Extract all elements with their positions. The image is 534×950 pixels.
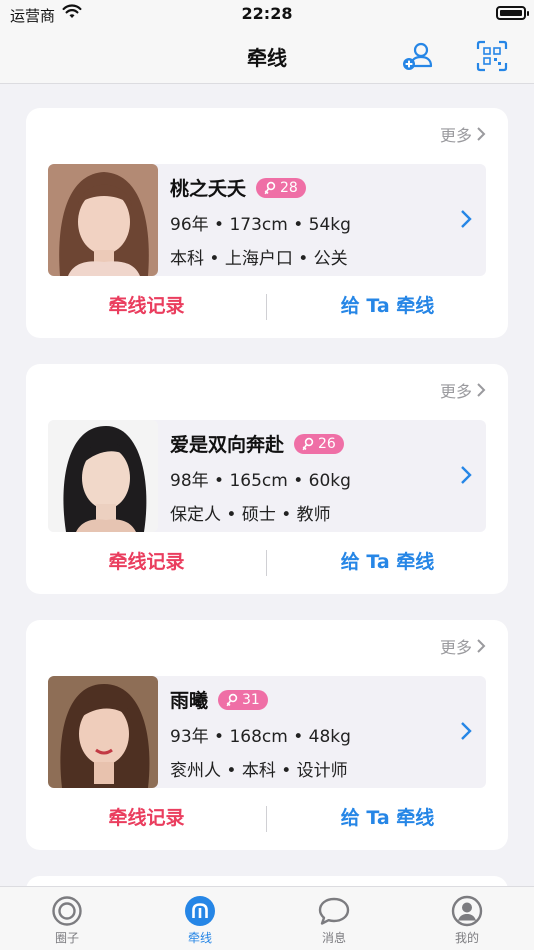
match-card: 更多 爱是双向奔赴 26 98年 • 165cm • 60kg 保定人 • 硕士… — [26, 364, 508, 594]
give-match-button[interactable]: 给 Ta 牵线 — [267, 800, 508, 836]
tab-circle[interactable]: 圈子 — [17, 895, 117, 946]
profile-stats: 93年 • 168cm • 48kg — [170, 727, 351, 747]
qr-scan-icon[interactable] — [474, 38, 510, 74]
battery-icon — [496, 6, 529, 20]
profile-summary[interactable]: 爱是双向奔赴 26 98年 • 165cm • 60kg 保定人 • 硕士 • … — [48, 420, 486, 532]
tab-label: 我的 — [454, 931, 479, 945]
chevron-right-icon — [477, 127, 486, 141]
match-record-button[interactable]: 牵线记录 — [26, 544, 267, 580]
badge-count: 31 — [242, 691, 260, 708]
profile-details: 本科 • 上海户口 • 公关 — [170, 249, 348, 269]
match-card: 更多 桃之夭夭 28 96年 • 173cm • 54kg 本科 • 上海户口 … — [26, 108, 508, 338]
profile-stats: 98年 • 165cm • 60kg — [170, 471, 351, 491]
more-link[interactable]: 更多 — [440, 634, 486, 658]
tab-match[interactable]: 牵线 — [150, 895, 250, 946]
chat-icon — [318, 897, 350, 925]
tab-bar: 圈子 牵线 消息 我的 — [0, 886, 534, 950]
profile-summary[interactable]: 桃之夭夭 28 96年 • 173cm • 54kg 本科 • 上海户口 • 公… — [48, 164, 486, 276]
profile-name: 桃之夭夭 — [170, 178, 247, 200]
page-title: 牵线 — [247, 46, 287, 70]
give-match-button[interactable]: 给 Ta 牵线 — [267, 288, 508, 324]
circle-icon — [52, 896, 82, 926]
match-badge: 31 — [218, 689, 268, 710]
more-link[interactable]: 更多 — [440, 378, 486, 402]
add-user-icon[interactable] — [400, 38, 436, 74]
match-card: 更多 雨曦 31 93年 • 168cm • 48kg 衮州人 • 本科 • 设… — [26, 620, 508, 850]
tab-label: 消息 — [321, 931, 346, 945]
match-badge: 28 — [256, 177, 306, 198]
more-label: 更多 — [439, 126, 472, 145]
badge-count: 26 — [318, 435, 336, 452]
avatar-photo — [48, 676, 158, 788]
avatar-photo — [48, 164, 158, 276]
profile-details: 保定人 • 硕士 • 教师 — [170, 505, 331, 525]
chevron-right-icon — [461, 210, 472, 228]
female-icon — [302, 437, 314, 450]
more-link[interactable]: 更多 — [440, 122, 486, 146]
chevron-right-icon — [461, 466, 472, 484]
status-bar: 运营商 22:28 — [0, 0, 534, 28]
badge-count: 28 — [280, 179, 298, 196]
tab-messages[interactable]: 消息 — [284, 895, 384, 946]
tab-label: 圈子 — [54, 931, 79, 945]
nav-bar: 牵线 — [0, 28, 534, 84]
match-record-button[interactable]: 牵线记录 — [26, 288, 267, 324]
profile-summary[interactable]: 雨曦 31 93年 • 168cm • 48kg 衮州人 • 本科 • 设计师 — [48, 676, 486, 788]
match-record-button[interactable]: 牵线记录 — [26, 800, 267, 836]
tab-label: 牵线 — [187, 931, 212, 945]
profile-name: 雨曦 — [170, 690, 209, 712]
more-label: 更多 — [439, 638, 472, 657]
profile-stats: 96年 • 173cm • 54kg — [170, 215, 351, 235]
match-icon — [185, 896, 215, 926]
avatar-photo — [48, 420, 158, 532]
tab-profile[interactable]: 我的 — [417, 895, 517, 946]
match-badge: 26 — [294, 433, 344, 454]
chevron-right-icon — [477, 639, 486, 653]
give-match-button[interactable]: 给 Ta 牵线 — [267, 544, 508, 580]
chevron-right-icon — [477, 383, 486, 397]
profile-details: 衮州人 • 本科 • 设计师 — [170, 761, 348, 781]
more-label: 更多 — [439, 382, 472, 401]
profile-icon — [451, 895, 483, 927]
status-time: 22:28 — [241, 4, 293, 23]
chevron-right-icon — [461, 722, 472, 740]
profile-name: 爱是双向奔赴 — [170, 434, 285, 456]
female-icon — [264, 181, 276, 194]
female-icon — [226, 693, 238, 706]
